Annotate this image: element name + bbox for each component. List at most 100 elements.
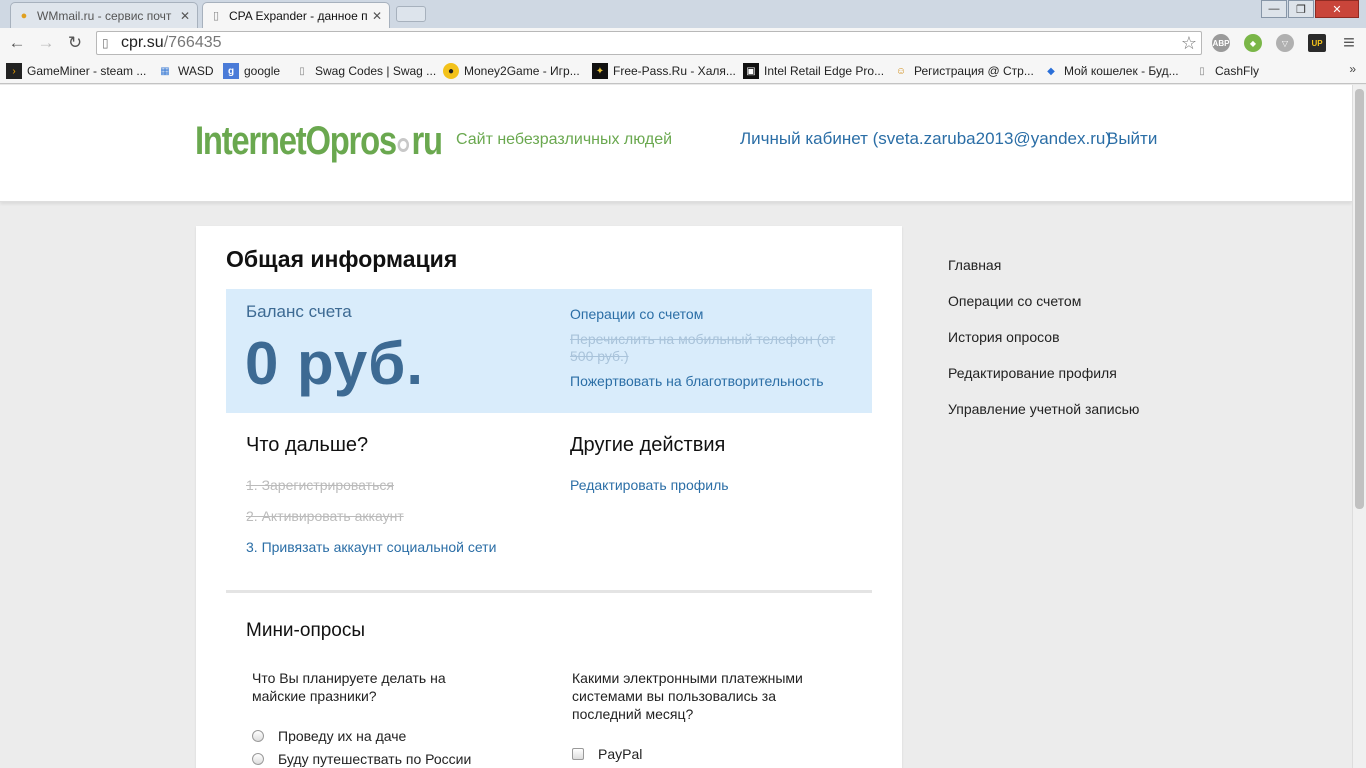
page-viewport: Internet Opros ru Сайт небезразличных люде…: [0, 85, 1352, 768]
logo-text-internet: Internet: [195, 119, 307, 163]
step-activate: 2. Активировать аккаунт: [246, 508, 404, 524]
poll-option-label: PayPal: [598, 746, 643, 762]
balance-label: Баланс счета: [246, 302, 352, 321]
bookmark-cashfly[interactable]: ▯ CashFly: [1194, 62, 1259, 80]
tab-close-icon[interactable]: ✕: [371, 9, 383, 23]
page-icon: ▯: [102, 36, 109, 50]
bookmark-label: Swag Codes | Swag ...: [315, 64, 437, 78]
step-link-social[interactable]: 3. Привязать аккаунт социальной сети: [246, 539, 496, 555]
sidebar-item-edit-profile[interactable]: Редактирование профиля: [948, 365, 1117, 381]
sidebar-item-account-operations[interactable]: Операции со счетом: [948, 293, 1081, 309]
mini-polls-heading: Мини-опросы: [246, 620, 366, 641]
poll-option[interactable]: PayPal: [572, 746, 642, 762]
sidebar-item-account-management[interactable]: Управление учетной записью: [948, 401, 1139, 417]
bookmark-money2game[interactable]: ● Money2Game - Игр...: [443, 62, 580, 80]
radio-button[interactable]: [252, 730, 264, 742]
close-window-button[interactable]: ✕: [1315, 0, 1359, 18]
reload-button[interactable]: ↻: [64, 32, 86, 54]
whats-next-heading: Что дальше?: [246, 434, 369, 456]
bookmark-label: GameMiner - steam ...: [27, 64, 147, 78]
sidebar-item-home[interactable]: Главная: [948, 257, 1001, 273]
forward-button[interactable]: →: [35, 32, 57, 54]
step-register: 1. Зарегистрироваться: [246, 477, 394, 493]
tab-title: WMmail.ru - сервис почт: [37, 8, 172, 23]
other-actions-heading: Другие действия: [570, 434, 726, 456]
page-scrollbar[interactable]: [1352, 85, 1366, 768]
logo-text-opros: Opros: [305, 119, 397, 163]
browser-toolbar: ← → ↻ ▯ cpr.su/766435 ☆ ABP ◆ ▽ UP ≡: [0, 28, 1366, 58]
google-icon: g: [223, 63, 239, 79]
site-logo[interactable]: Internet Opros ru: [195, 119, 443, 164]
green-extension-icon[interactable]: ◆: [1244, 34, 1262, 52]
bookmark-label: Intel Retail Edge Pro...: [764, 64, 885, 78]
account-operations-link[interactable]: Операции со счетом: [570, 306, 860, 323]
edit-profile-link[interactable]: Редактировать профиль: [570, 477, 729, 493]
browser-titlebar: ● WMmail.ru - сервис почт ✕ ▯ CPA Expand…: [0, 0, 1366, 28]
balance-value: 0 руб.: [245, 330, 424, 397]
radio-button[interactable]: [252, 753, 264, 765]
bookmark-swag-codes[interactable]: ▯ Swag Codes | Swag ...: [294, 62, 436, 80]
section-divider: [226, 590, 872, 593]
back-button[interactable]: ←: [6, 32, 28, 54]
bookmark-star-icon[interactable]: ☆: [1181, 33, 1197, 54]
bookmarks-overflow-icon[interactable]: »: [1349, 62, 1356, 76]
logout-link[interactable]: Выйти: [1107, 129, 1157, 149]
adblock-plus-icon[interactable]: ABP: [1212, 34, 1230, 52]
registration-icon: ☺: [895, 65, 907, 77]
site-header: Internet Opros ru Сайт небезразличных люде…: [0, 85, 1352, 202]
tab-cpa-expander[interactable]: ▯ CPA Expander - данное пр ✕: [202, 2, 390, 28]
wasd-icon: ▦: [160, 65, 170, 77]
poll-option[interactable]: Проведу их на даче: [252, 728, 406, 744]
logo-text-ru: ru: [411, 119, 443, 163]
balance-box: Баланс счета 0 руб. Операции со счетом П…: [226, 289, 872, 413]
bookmark-label: WASD: [178, 64, 214, 78]
poll-question: Что Вы планируете делать на майские праз…: [252, 670, 446, 704]
main-panel: Общая информация Баланс счета 0 руб. Опе…: [196, 226, 902, 768]
poll-option[interactable]: Буду путешествать по России: [252, 751, 471, 767]
tab-wmmail[interactable]: ● WMmail.ru - сервис почт ✕: [10, 2, 198, 28]
intel-icon: ▣: [743, 63, 759, 79]
money2game-icon: ●: [443, 63, 459, 79]
bookmark-label: Регистрация @ Стр...: [914, 64, 1034, 78]
bookmark-label: google: [244, 64, 281, 78]
page-title: Общая информация: [226, 246, 458, 272]
bookmark-wallet[interactable]: ◆ Мой кошелек - Буд...: [1043, 62, 1179, 80]
up-extension-icon[interactable]: UP: [1308, 34, 1326, 52]
bookmark-gameminer[interactable]: › GameMiner - steam ...: [6, 62, 146, 80]
wallet-cube-icon: ◆: [1047, 65, 1055, 77]
personal-account-link[interactable]: Личный кабинет (sveta.zaruba2013@yandex.…: [740, 129, 1111, 149]
new-tab-button[interactable]: [396, 6, 426, 22]
gameminer-icon: ›: [6, 63, 22, 79]
free-pass-icon: ✦: [592, 63, 608, 79]
bookmarks-bar: › GameMiner - steam ... ▦ WASD g google …: [0, 58, 1366, 84]
bookmark-free-pass[interactable]: ✦ Free-Pass.Ru - Халя...: [592, 62, 736, 80]
bookmark-label: Free-Pass.Ru - Халя...: [613, 64, 736, 78]
chrome-menu-icon[interactable]: ≡: [1338, 32, 1360, 54]
logo-dot-icon: [397, 137, 410, 152]
checkbox[interactable]: [572, 748, 584, 760]
poll-question: Какими электронными платежными системами…: [572, 670, 803, 722]
mobile-transfer-link: Перечислить на мобильный телефон (от 500…: [570, 331, 836, 364]
poll-option-label: Буду путешествать по России: [278, 751, 472, 767]
bookmark-label: Мой кошелек - Буд...: [1064, 64, 1179, 78]
page-icon: ▯: [1199, 65, 1205, 77]
page-icon: ▯: [299, 65, 305, 77]
bookmark-google[interactable]: g google: [223, 62, 280, 80]
url-text: cpr.su/766435: [121, 34, 222, 51]
maximize-button[interactable]: ❐: [1288, 0, 1314, 18]
site-tagline: Сайт небезразличных людей: [456, 131, 673, 148]
scrollbar-thumb[interactable]: [1355, 89, 1364, 509]
bookmark-registration[interactable]: ☺ Регистрация @ Стр...: [893, 62, 1034, 80]
minimize-button[interactable]: —: [1261, 0, 1287, 18]
wmmail-favicon-icon: ●: [20, 9, 28, 22]
shield-extension-icon[interactable]: ▽: [1276, 34, 1294, 52]
poll-option-label: Проведу их на даче: [278, 728, 407, 744]
bookmark-wasd[interactable]: ▦ WASD: [157, 62, 214, 80]
charity-donation-link[interactable]: Пожертвовать на благотворительность: [570, 373, 860, 390]
sidebar-item-poll-history[interactable]: История опросов: [948, 329, 1060, 345]
bookmark-intel[interactable]: ▣ Intel Retail Edge Pro...: [743, 62, 884, 80]
tab-title: CPA Expander - данное пр: [229, 8, 367, 23]
address-bar[interactable]: ▯ cpr.su/766435 ☆: [96, 31, 1202, 55]
page-favicon-icon: ▯: [212, 10, 220, 22]
tab-close-icon[interactable]: ✕: [179, 9, 191, 23]
